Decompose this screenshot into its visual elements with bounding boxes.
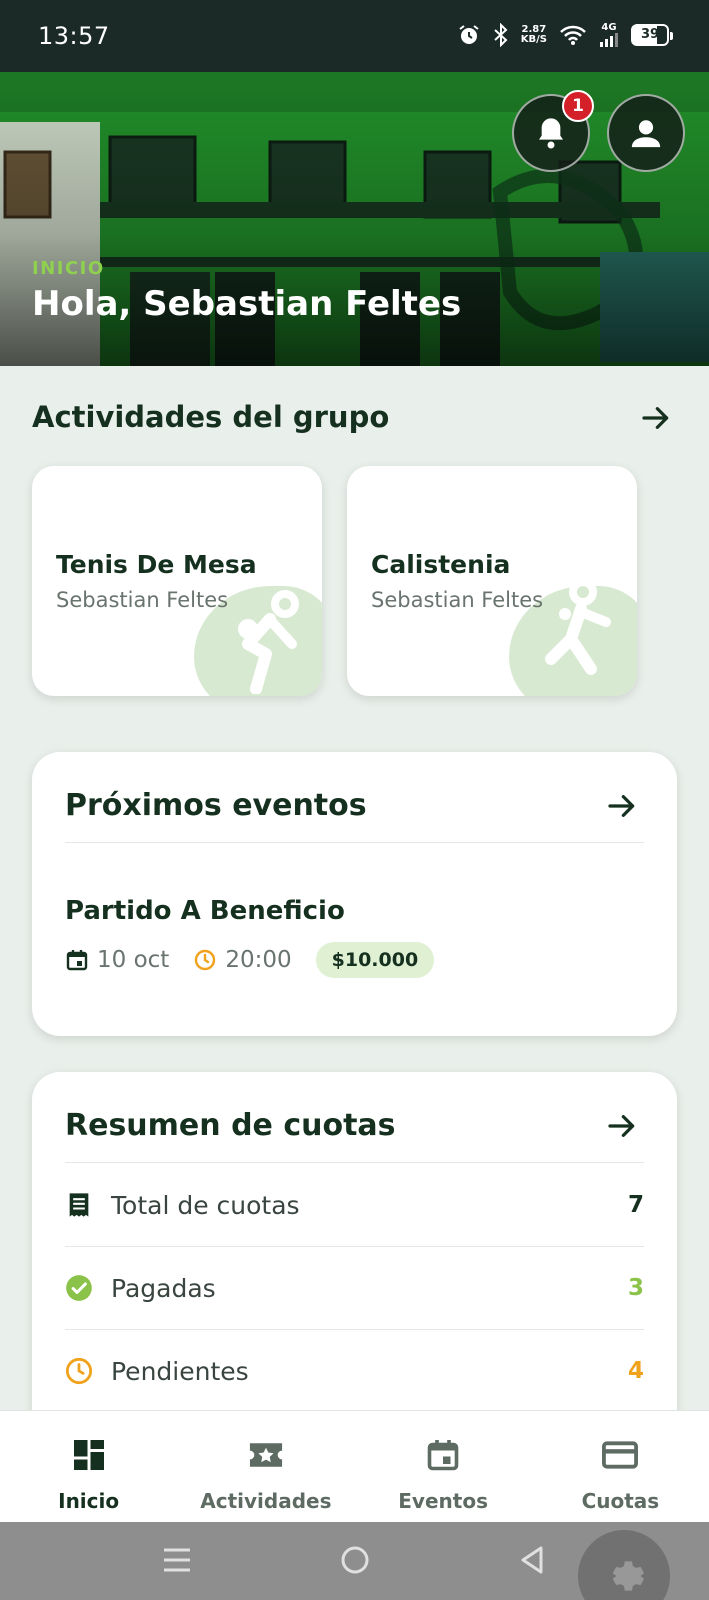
nav-item-inicio[interactable]: Inicio bbox=[0, 1411, 177, 1522]
fee-label: Pagadas bbox=[111, 1273, 216, 1303]
receipt-icon bbox=[69, 1193, 89, 1217]
activities-header: Actividades del grupo bbox=[32, 400, 390, 434]
fee-value: 3 bbox=[627, 1275, 644, 1301]
home-icon[interactable] bbox=[337, 1540, 373, 1580]
credit-card-icon bbox=[602, 1441, 639, 1469]
divider bbox=[65, 1162, 644, 1163]
hero-banner: 1 INICIO Hola, Sebastian Feltes bbox=[0, 72, 709, 366]
net-speed-unit: KB/S bbox=[520, 33, 547, 45]
clock-icon bbox=[65, 1357, 93, 1385]
star-ticket-icon bbox=[249, 1443, 282, 1467]
battery-level: 39 bbox=[640, 27, 660, 42]
event-date-text: 10 oct bbox=[97, 947, 170, 973]
fee-label: Total de cuotas bbox=[111, 1190, 300, 1220]
net-speed: 2.87 KB/S bbox=[520, 23, 547, 45]
calendar-icon bbox=[66, 950, 88, 971]
activities-see-all-button[interactable] bbox=[638, 400, 674, 436]
nav-item-eventos[interactable]: Eventos bbox=[355, 1411, 532, 1522]
nav-label: Cuotas bbox=[581, 1489, 660, 1513]
arrow-right-icon bbox=[608, 1115, 635, 1137]
activity-member: Sebastian Feltes bbox=[371, 588, 544, 612]
greeting-title: Hola, Sebastian Feltes bbox=[32, 284, 462, 324]
events-header: Próximos eventos bbox=[65, 788, 367, 823]
dashboard-icon bbox=[73, 1440, 104, 1470]
calendar-icon bbox=[427, 1440, 459, 1471]
back-icon[interactable] bbox=[515, 1540, 549, 1580]
fee-row-paid: Pagadas 3 bbox=[65, 1247, 644, 1329]
status-time: 13:57 bbox=[38, 22, 110, 50]
activity-name: Calistenia bbox=[371, 550, 511, 579]
event-date: 10 oct bbox=[65, 947, 169, 973]
activity-name: Tenis De Mesa bbox=[56, 550, 257, 579]
event-name[interactable]: Partido A Beneficio bbox=[65, 896, 345, 926]
nav-label: Inicio bbox=[58, 1489, 120, 1513]
fees-see-all-button[interactable] bbox=[604, 1108, 640, 1144]
fee-value: 4 bbox=[627, 1358, 644, 1384]
battery-indicator: 39 bbox=[631, 23, 673, 46]
event-time: 20:00 bbox=[193, 947, 292, 973]
fees-header: Resumen de cuotas bbox=[65, 1108, 396, 1143]
arrow-right-icon bbox=[608, 795, 635, 817]
profile-button[interactable] bbox=[607, 94, 685, 172]
fee-row-pending: Pendientes 4 bbox=[65, 1330, 644, 1412]
upcoming-events-card: Próximos eventos Partido A Beneficio 10 … bbox=[32, 752, 677, 1036]
event-meta: 10 oct 20:00 $10.000 bbox=[65, 942, 435, 978]
check-circle-icon bbox=[66, 1275, 92, 1301]
user-icon bbox=[631, 120, 661, 148]
activity-card-calistenia[interactable]: Calistenia Sebastian Feltes bbox=[347, 466, 637, 696]
wifi-icon bbox=[560, 25, 586, 45]
signal-icon bbox=[600, 33, 618, 47]
divider bbox=[65, 842, 644, 843]
bottom-navigation: Inicio Actividades Eventos Cuotas bbox=[0, 1410, 709, 1522]
event-time-text: 20:00 bbox=[225, 947, 292, 973]
cell-signal: 4G bbox=[599, 22, 619, 47]
bell-icon bbox=[539, 118, 563, 149]
bluetooth-icon bbox=[494, 22, 508, 47]
event-price-badge: $10.000 bbox=[315, 942, 435, 978]
section-label: INICIO bbox=[32, 258, 105, 279]
net-speed-value: 2.87 bbox=[521, 23, 547, 35]
clock-icon bbox=[195, 949, 216, 971]
nav-item-cuotas[interactable]: Cuotas bbox=[532, 1411, 709, 1522]
fee-value: 7 bbox=[627, 1192, 644, 1218]
nav-label: Eventos bbox=[398, 1489, 488, 1513]
arrow-right-icon bbox=[642, 407, 669, 429]
network-type: 4G bbox=[601, 22, 617, 33]
recents-icon[interactable] bbox=[160, 1540, 194, 1580]
events-see-all-button[interactable] bbox=[604, 788, 640, 824]
status-bar: 13:57 2.87 KB/S 4G 39 bbox=[0, 0, 709, 72]
status-icons: 2.87 KB/S 4G 39 bbox=[457, 22, 673, 47]
notification-badge: 1 bbox=[562, 90, 594, 122]
fee-label: Pendientes bbox=[111, 1356, 249, 1386]
nav-label: Actividades bbox=[200, 1489, 332, 1513]
activity-member: Sebastian Feltes bbox=[56, 588, 229, 612]
alarm-icon bbox=[459, 24, 479, 44]
activity-card-tenis-de-mesa[interactable]: Tenis De Mesa Sebastian Feltes bbox=[32, 466, 322, 696]
gear-icon bbox=[612, 1561, 645, 1591]
fee-row-total: Total de cuotas 7 bbox=[65, 1164, 644, 1246]
nav-item-actividades[interactable]: Actividades bbox=[177, 1411, 354, 1522]
